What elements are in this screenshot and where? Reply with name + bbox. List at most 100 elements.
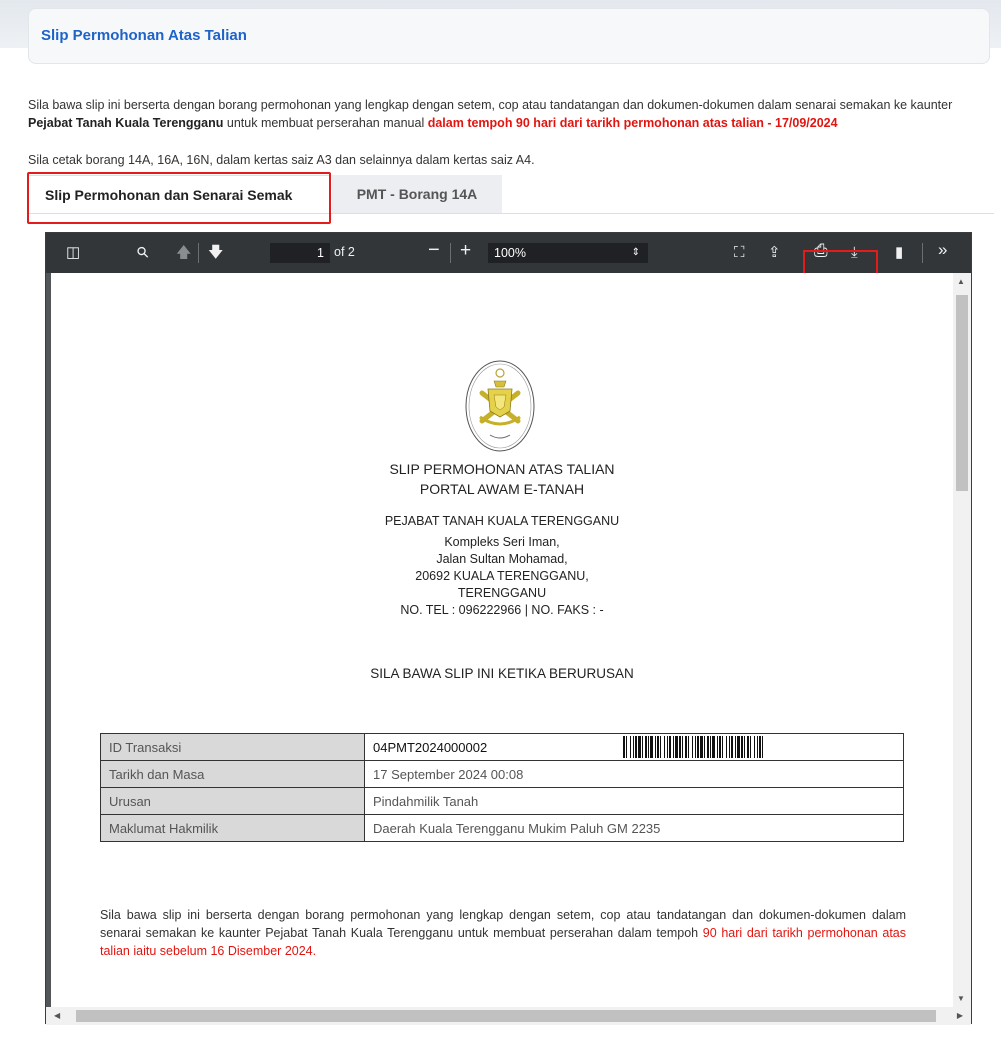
toolbar-divider bbox=[198, 243, 199, 263]
search-icon[interactable]: ⚲ bbox=[133, 243, 153, 263]
page-number-input[interactable]: 1 bbox=[270, 243, 330, 263]
barcode-bar bbox=[675, 736, 678, 758]
scroll-down-icon[interactable]: ▼ bbox=[957, 994, 965, 1003]
table-row: Maklumat Hakmilik Daerah Kuala Terenggan… bbox=[100, 814, 904, 842]
vertical-scroll-thumb[interactable] bbox=[956, 295, 968, 491]
barcode-image bbox=[623, 736, 763, 758]
barcode-bar bbox=[697, 736, 699, 758]
barcode-bar bbox=[660, 736, 661, 758]
barcode-bar bbox=[673, 736, 674, 758]
barcode-bar bbox=[630, 736, 631, 758]
horizontal-scrollbar[interactable]: ◀ ▶ bbox=[46, 1007, 971, 1025]
row-label: ID Transaksi bbox=[100, 733, 365, 761]
barcode-bar bbox=[747, 736, 749, 758]
barcode-bar bbox=[757, 736, 758, 758]
barcode-bar bbox=[700, 736, 703, 758]
row-value: 04PMT2024000002 bbox=[364, 733, 904, 761]
office-name: PEJABAT TANAH KUALA TERENGGANU bbox=[384, 514, 620, 528]
sidebar-toggle-icon[interactable]: ◫ bbox=[66, 245, 80, 261]
bookmark-icon[interactable]: ▮ bbox=[895, 245, 903, 261]
barcode-bar bbox=[623, 736, 625, 758]
select-arrows-icon: ⇕ bbox=[631, 247, 640, 258]
office-address-block: PEJABAT TANAH KUALA TERENGGANU Kompleks … bbox=[51, 513, 953, 619]
barcode-bar bbox=[667, 736, 668, 758]
arrow-down-icon[interactable]: 🡇 bbox=[208, 245, 223, 261]
barcode-bar bbox=[737, 736, 740, 758]
barcode-bar bbox=[635, 736, 637, 758]
terengganu-crest-logo bbox=[465, 360, 535, 452]
scroll-right-icon[interactable]: ▶ bbox=[957, 1011, 963, 1020]
notice-office: Pejabat Tanah Kuala Terengganu bbox=[28, 116, 224, 130]
barcode-bar bbox=[722, 736, 723, 758]
fullscreen-icon[interactable]: ⛶ bbox=[734, 245, 745, 261]
barcode-bar bbox=[664, 736, 665, 758]
zoom-value: 100% bbox=[494, 246, 526, 260]
barcode-bar bbox=[669, 736, 671, 758]
barcode-bar bbox=[710, 736, 711, 758]
barcode-bar bbox=[731, 736, 733, 758]
page-total: of 2 bbox=[334, 245, 355, 259]
double-chevron-right-icon[interactable]: » bbox=[938, 241, 947, 258]
barcode-bar bbox=[692, 736, 693, 758]
plus-icon[interactable]: + bbox=[460, 241, 471, 260]
zoom-select[interactable]: 100% ⇕ bbox=[488, 243, 648, 263]
barcode-bar bbox=[717, 736, 718, 758]
slip-title-line-2: PORTAL AWAM E-TANAH bbox=[419, 481, 585, 497]
barcode-bar bbox=[750, 736, 751, 758]
address-line-4: TERENGGANU bbox=[457, 586, 547, 600]
barcode-bar bbox=[759, 736, 761, 758]
address-line-1: Kompleks Seri Iman, bbox=[444, 535, 560, 549]
barcode-bar bbox=[655, 736, 656, 758]
address-line-2: Jalan Sultan Mohamad, bbox=[436, 552, 568, 566]
transaction-id: 04PMT2024000002 bbox=[373, 739, 488, 755]
barcode-bar bbox=[679, 736, 681, 758]
row-value: Pindahmilik Tanah bbox=[364, 787, 904, 815]
table-row: Urusan Pindahmilik Tanah bbox=[100, 787, 904, 815]
notice-text-2: untuk membuat perserahan manual bbox=[223, 116, 428, 130]
tab-pmt-borang-14a[interactable]: PMT - Borang 14A bbox=[332, 175, 502, 213]
table-row: ID Transaksi 04PMT2024000002 bbox=[100, 733, 904, 761]
header-card: Slip Permohonan Atas Talian bbox=[28, 8, 990, 64]
slip-instruction: SILA BAWA SLIP INI KETIKA BERURUSAN bbox=[370, 666, 634, 681]
tab-highlight-box bbox=[27, 172, 331, 224]
table-row: Tarikh dan Masa 17 September 2024 00:08 bbox=[100, 760, 904, 788]
barcode-bar bbox=[695, 736, 696, 758]
barcode-bar bbox=[682, 736, 683, 758]
submission-notice: Sila bawa slip ini berserta dengan boran… bbox=[28, 96, 994, 132]
barcode-bar bbox=[657, 736, 659, 758]
barcode-bar bbox=[688, 736, 689, 758]
open-file-icon[interactable]: ⇪ bbox=[768, 245, 781, 261]
notice-text-1: Sila bawa slip ini berserta dengan boran… bbox=[28, 98, 953, 112]
slip-title-line-1: SLIP PERMOHONAN ATAS TALIAN bbox=[389, 461, 615, 477]
vertical-scrollbar[interactable]: ▲ ▼ bbox=[953, 273, 971, 1007]
minus-icon[interactable]: − bbox=[428, 240, 440, 260]
barcode-bar bbox=[704, 736, 705, 758]
row-label: Maklumat Hakmilik bbox=[100, 814, 365, 842]
barcode-bar bbox=[626, 736, 627, 758]
barcode-bar bbox=[735, 736, 736, 758]
row-label: Tarikh dan Masa bbox=[100, 760, 365, 788]
arrow-up-icon[interactable]: 🡅 bbox=[176, 245, 191, 261]
row-label: Urusan bbox=[100, 787, 365, 815]
barcode-bar bbox=[729, 736, 730, 758]
barcode-bar bbox=[762, 736, 763, 758]
barcode-bar bbox=[650, 736, 653, 758]
notice-deadline: dalam tempoh 90 hari dari tarikh permoho… bbox=[427, 116, 838, 130]
barcode-bar bbox=[633, 736, 634, 758]
barcode-bar bbox=[648, 736, 649, 758]
row-value: Daerah Kuala Terengganu Mukim Paluh GM 2… bbox=[364, 814, 904, 842]
scroll-up-icon[interactable]: ▲ bbox=[957, 277, 965, 286]
page-title: Slip Permohonan Atas Talian bbox=[41, 27, 247, 44]
barcode-bar bbox=[726, 736, 727, 758]
slip-title: SLIP PERMOHONAN ATAS TALIAN PORTAL AWAM … bbox=[51, 459, 953, 499]
barcode-bar bbox=[645, 736, 647, 758]
barcode-bar bbox=[741, 736, 743, 758]
paper-size-note: Sila cetak borang 14A, 16A, 16N, dalam k… bbox=[28, 153, 535, 167]
horizontal-scroll-thumb[interactable] bbox=[76, 1010, 936, 1022]
row-value: 17 September 2024 00:08 bbox=[364, 760, 904, 788]
scroll-left-icon[interactable]: ◀ bbox=[54, 1011, 60, 1020]
barcode-bar bbox=[707, 736, 709, 758]
barcode-bar bbox=[642, 736, 643, 758]
barcode-bar bbox=[744, 736, 745, 758]
pdf-page: SLIP PERMOHONAN ATAS TALIAN PORTAL AWAM … bbox=[51, 273, 953, 1007]
